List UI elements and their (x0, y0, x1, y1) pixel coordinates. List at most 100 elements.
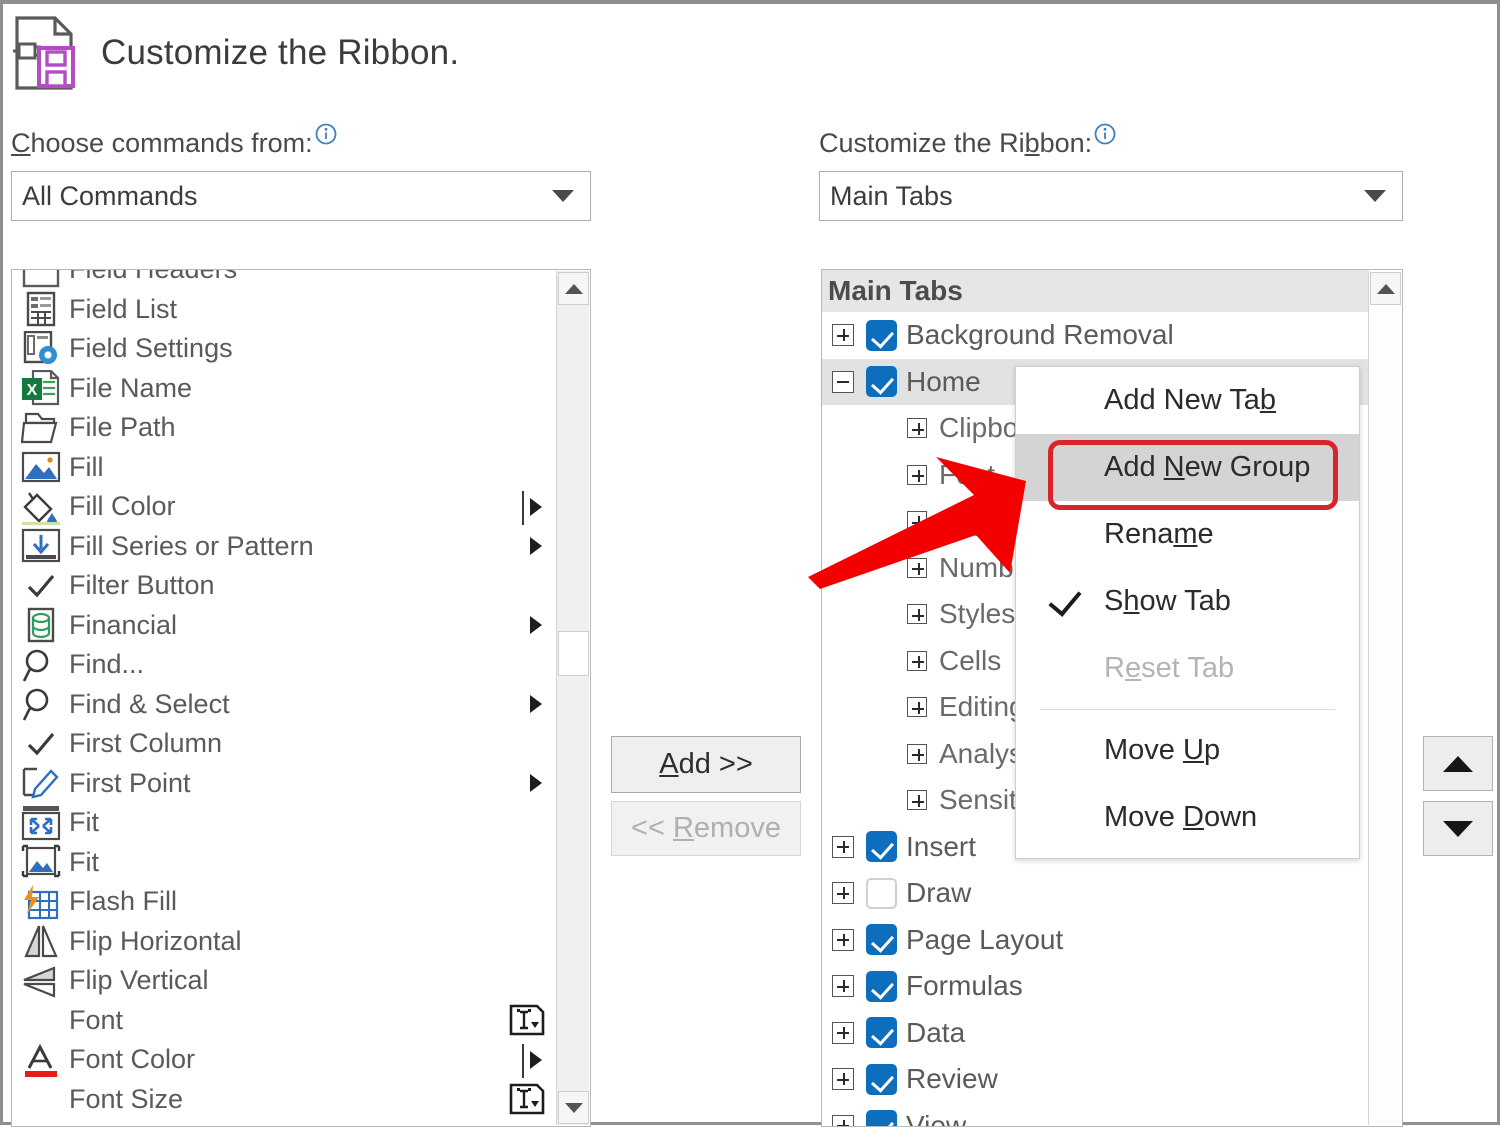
tab-checkbox[interactable] (866, 924, 897, 955)
scroll-up-icon[interactable] (1370, 272, 1401, 305)
tree-tab-label: Background Removal (906, 319, 1174, 351)
tab-checkbox[interactable] (866, 971, 897, 1002)
scroll-up-icon[interactable] (558, 272, 589, 305)
command-list-item[interactable]: Flash Fill (12, 882, 556, 922)
command-label: File Path (69, 412, 176, 443)
command-list-item[interactable]: Find... (12, 645, 556, 685)
command-label: First Point (69, 768, 191, 799)
command-label: File Name (69, 373, 192, 404)
svg-text:X: X (27, 382, 38, 399)
tree-tab-label: Home (906, 366, 981, 398)
menu-item-show-tab[interactable]: Show Tab (1016, 568, 1359, 635)
tree-group-label: Editing (939, 691, 1025, 723)
command-list-item[interactable]: Font (12, 1001, 556, 1041)
commands-listbox[interactable]: Field HeadersField ListField Settings X Fi… (11, 269, 591, 1127)
move-down-button[interactable] (1423, 801, 1493, 856)
expand-icon[interactable] (832, 1022, 854, 1044)
command-list-item[interactable]: First Point (12, 764, 556, 804)
tree-tab-row[interactable]: Draw (822, 870, 1368, 917)
menu-item-rename[interactable]: Rename (1016, 501, 1359, 568)
tree-tab-row[interactable]: Data (822, 1010, 1368, 1057)
tree-tab-row[interactable]: Formulas (822, 963, 1368, 1010)
menu-item-move-up[interactable]: Move Up (1016, 717, 1359, 784)
expand-icon[interactable] (832, 836, 854, 858)
tab-checkbox[interactable] (866, 878, 897, 909)
remove-button: << Remove (611, 801, 801, 856)
customize-ribbon-label-b: bon: (1040, 128, 1093, 158)
menu-item-add-new-tab[interactable]: Add New Tab (1016, 367, 1359, 434)
command-list-item[interactable]: Field List (12, 290, 556, 330)
tree-tab-row[interactable]: Background Removal (822, 312, 1368, 359)
tree-tab-label: Draw (906, 877, 971, 909)
expand-icon[interactable] (907, 744, 927, 764)
menu-item-label: Move Up (1104, 734, 1220, 767)
command-label: Font (69, 1005, 123, 1036)
command-list-item[interactable]: Font Color (12, 1040, 556, 1080)
expand-icon[interactable] (832, 324, 854, 346)
submenu-arrow-icon (530, 498, 542, 516)
info-icon[interactable] (1093, 122, 1117, 153)
expand-icon[interactable] (907, 651, 927, 671)
move-up-icon (1443, 756, 1473, 772)
tab-checkbox[interactable] (866, 1064, 897, 1095)
tree-tab-label: Review (906, 1063, 998, 1095)
expand-icon[interactable] (832, 929, 854, 951)
fill-down-icon (21, 528, 61, 564)
checkmark-icon (21, 726, 61, 762)
command-list-item[interactable]: Field Settings (12, 329, 556, 369)
add-button[interactable]: Add >> (611, 736, 801, 793)
command-list-item[interactable]: Financial (12, 606, 556, 646)
expand-icon[interactable] (907, 418, 927, 438)
tab-checkbox[interactable] (866, 320, 897, 351)
expand-icon[interactable] (907, 790, 927, 810)
collapse-icon[interactable] (832, 371, 854, 393)
menu-item-reset-tab: Reset Tab (1016, 635, 1359, 702)
command-list-item[interactable]: Fill Color (12, 487, 556, 527)
move-up-button[interactable] (1423, 736, 1493, 791)
menu-item-move-down[interactable]: Move Down (1016, 784, 1359, 851)
tab-checkbox[interactable] (866, 1017, 897, 1048)
tab-checkbox[interactable] (866, 831, 897, 862)
tab-checkbox[interactable] (866, 1110, 897, 1126)
context-menu[interactable]: Add New TabAdd New GroupRenameShow TabRe… (1015, 366, 1360, 859)
picture-fill-icon (21, 449, 61, 485)
field-settings-icon (21, 331, 61, 367)
commands-list[interactable]: Field HeadersField ListField Settings X Fi… (12, 270, 556, 1126)
command-list-item[interactable]: Filter Button (12, 566, 556, 606)
customize-ribbon-dialog: Customize the Ribbon. Choose commands fr… (0, 0, 1500, 1125)
command-list-item[interactable]: File Path (12, 408, 556, 448)
expand-icon[interactable] (832, 975, 854, 997)
scrollbar-thumb[interactable] (558, 631, 589, 676)
command-list-item[interactable]: First Column (12, 724, 556, 764)
expand-icon[interactable] (832, 882, 854, 904)
expand-icon[interactable] (907, 604, 927, 624)
tree-header: Main Tabs (822, 270, 1368, 312)
command-list-item[interactable]: X File Name (12, 369, 556, 409)
tab-checkbox[interactable] (866, 366, 897, 397)
expand-icon[interactable] (832, 1115, 854, 1126)
ribbon-tree-scrollbar[interactable] (1368, 271, 1401, 1125)
command-list-item[interactable]: Flip Horizontal (12, 922, 556, 962)
scroll-down-icon[interactable] (558, 1091, 589, 1124)
menu-item-add-new-group[interactable]: Add New Group (1016, 434, 1359, 501)
command-list-item[interactable]: Flip Vertical (12, 961, 556, 1001)
tree-tab-row[interactable]: Review (822, 1056, 1368, 1103)
commands-scrollbar[interactable] (556, 271, 589, 1125)
expand-icon[interactable] (832, 1068, 854, 1090)
tree-tab-label: View (906, 1110, 966, 1126)
choose-commands-from-dropdown[interactable]: All Commands (11, 171, 591, 221)
choose-commands-label: Choose commands from: (11, 128, 338, 159)
command-list-item[interactable]: Fit (12, 803, 556, 843)
command-list-item[interactable]: Fill Series or Pattern (12, 527, 556, 567)
expand-icon[interactable] (907, 697, 927, 717)
tree-tab-row[interactable]: View (822, 1103, 1368, 1127)
command-list-item[interactable]: Field Headers (12, 270, 556, 290)
command-list-item[interactable]: Find & Select (12, 685, 556, 725)
command-list-item[interactable]: Fit (12, 843, 556, 883)
customize-ribbon-dropdown[interactable]: Main Tabs (819, 171, 1403, 221)
command-list-item[interactable]: Fill (12, 448, 556, 488)
magnifier-icon (21, 647, 61, 683)
command-list-item[interactable]: Font Size (12, 1080, 556, 1120)
tree-tab-row[interactable]: Page Layout (822, 917, 1368, 964)
info-icon[interactable] (314, 122, 338, 153)
